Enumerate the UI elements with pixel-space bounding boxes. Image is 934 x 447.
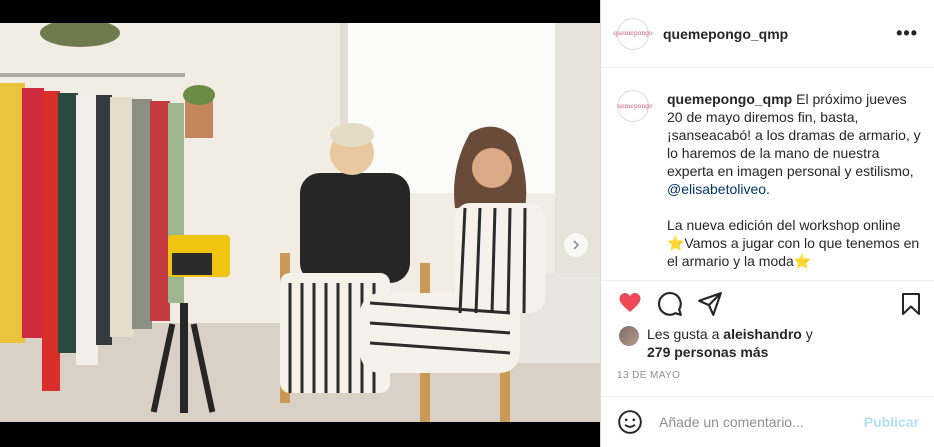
likes-prefix: Les gusta a [647,326,724,342]
next-image-button[interactable] [564,233,588,257]
media-bottom-bar [0,422,600,447]
likes-connector: y [801,326,813,342]
likes-summary: Les gusta a aleishandro y 279 personas m… [619,325,813,361]
post-image[interactable] [0,23,600,422]
post-header: quemepongo quemepongo_qmp ••• [601,0,934,68]
likes-others[interactable]: 279 personas más [647,344,768,360]
comment-bar: Publicar [601,396,934,447]
caption-avatar[interactable]: quemepongo [617,90,653,122]
caption-body-end: . [766,181,770,197]
chevron-right-icon [573,240,580,250]
caption-username[interactable]: quemepongo_qmp [667,91,792,107]
bookmark-icon[interactable] [899,291,923,317]
caption-mention[interactable]: @elisabetoliveo [667,181,766,197]
comment-icon[interactable] [657,291,683,317]
avatar-logo-text: quemepongo [613,30,653,37]
post-side-panel: quemepongo quemepongo_qmp ••• quemepongo… [600,0,934,447]
media-top-bar [0,0,600,23]
caption-text: quemepongo_qmp El próximo jueves 20 de m… [667,90,923,280]
comment-input[interactable] [657,413,861,431]
post-caption: quemepongo quemepongo_qmp El próximo jue… [617,90,923,280]
emoji-icon[interactable] [617,409,643,435]
more-icon[interactable]: ••• [896,23,918,44]
caption-paragraph-2: La nueva edición del workshop online ⭐Va… [667,217,920,269]
divider [601,280,934,281]
heart-icon[interactable] [617,291,643,315]
share-icon[interactable] [697,291,723,317]
post-photo [0,23,600,422]
likes-user[interactable]: aleishandro [723,326,802,342]
avatar[interactable]: quemepongo [613,17,653,50]
post-username[interactable]: quemepongo_qmp [663,26,788,42]
action-bar [617,291,923,319]
publish-button[interactable]: Publicar [864,414,919,430]
liker-avatar[interactable] [619,326,639,346]
post-date[interactable]: 13 DE MAYO [617,370,680,381]
caption-avatar-logo-text: quemepongo [617,102,653,110]
